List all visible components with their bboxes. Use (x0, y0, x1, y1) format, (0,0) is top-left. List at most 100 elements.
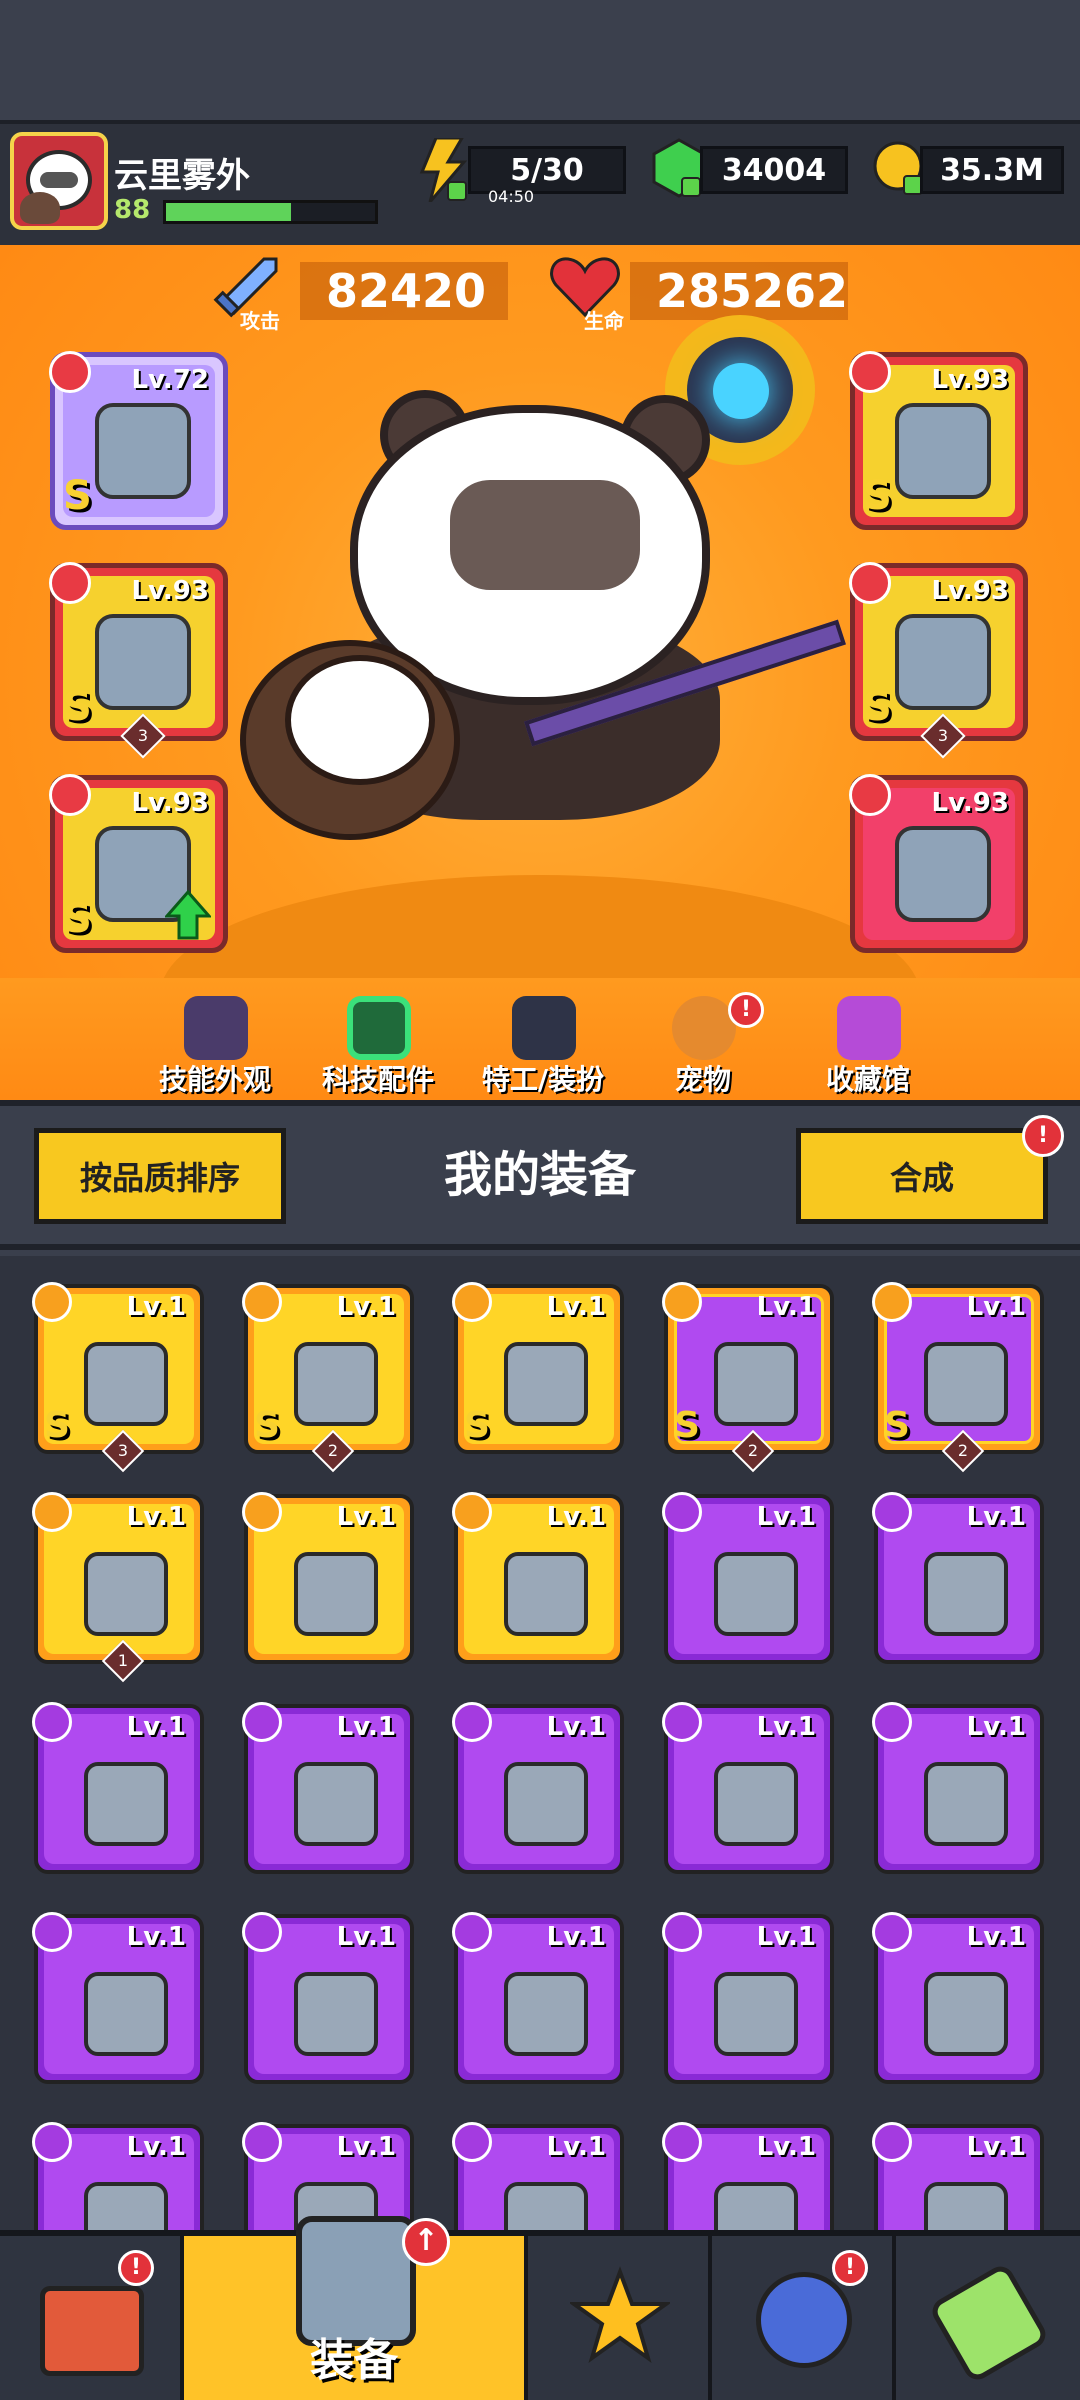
shop-stall-icon (40, 2286, 144, 2376)
equip-grade: S (863, 473, 892, 519)
item-level: Lv.1 (966, 1292, 1026, 1322)
item-type-icon (32, 2122, 72, 2162)
item-type-icon (872, 1492, 912, 1532)
equipment-icon (504, 1342, 588, 1426)
shop-alert-badge: ! (118, 2250, 154, 2286)
equipment-icon (504, 2182, 588, 2230)
item-level: Lv.1 (336, 1502, 396, 1532)
inventory-item[interactable]: Lv.1 (872, 1702, 1044, 1874)
equipment-icon (714, 2182, 798, 2230)
equip-slot-armor[interactable]: Lv.93 S (849, 351, 1028, 530)
equipment-icon (924, 1342, 1008, 1426)
feature-pets[interactable]: 宠物 ! (628, 978, 778, 1100)
item-type-icon (872, 2122, 912, 2162)
feature-label: 宠物 (674, 1063, 731, 1096)
bottom-navigation: ! ↑ 装备 ! (0, 2216, 1080, 2400)
item-level: Lv.1 (966, 1712, 1026, 1742)
equipment-icon (714, 1552, 798, 1636)
inventory-item[interactable]: Lv.1 (662, 1702, 834, 1874)
item-grade: S (884, 1405, 910, 1446)
feature-collection[interactable]: 收藏馆 (793, 978, 943, 1100)
equipment-icon (84, 1762, 168, 1846)
item-level: Lv.1 (756, 1502, 816, 1532)
equipment-icon (504, 1552, 588, 1636)
inventory-item[interactable]: Lv.1 (242, 2122, 414, 2230)
inventory-item[interactable]: Lv.1 (662, 2122, 834, 2230)
equip-level: Lv.93 (131, 576, 209, 606)
hp-value: 285262 (630, 262, 848, 320)
inventory-item[interactable]: Lv.1 (662, 1492, 834, 1664)
inventory-item[interactable]: Lv.1 (452, 1912, 624, 2084)
energy-bolt-icon[interactable] (418, 138, 468, 202)
equip-slot-necklace[interactable]: Lv.93 S 3 (49, 562, 228, 759)
equip-grade: S (63, 684, 92, 730)
belt-icon (895, 614, 991, 710)
panda-face-mask (450, 480, 640, 590)
equipment-icon (294, 1972, 378, 2056)
inventory-item[interactable]: Lv.1 S 2 (662, 1282, 834, 1473)
item-type-icon (32, 1492, 72, 1532)
item-grade: S (674, 1405, 700, 1446)
inventory-item[interactable]: Lv.1 (242, 1912, 414, 2084)
nav-shop[interactable]: ! (0, 2236, 184, 2400)
item-level: Lv.1 (756, 1712, 816, 1742)
item-level: Lv.1 (756, 2132, 816, 2162)
nav-skins[interactable]: ! (712, 2236, 896, 2400)
inventory-item[interactable]: Lv.1 (32, 1912, 204, 2084)
inventory-item[interactable]: Lv.1 S 3 (32, 1282, 204, 1473)
inventory-item[interactable]: Lv.1 (872, 1492, 1044, 1664)
merge-button[interactable]: 合成 (796, 1128, 1048, 1224)
feature-label: 收藏馆 (825, 1063, 910, 1096)
equip-grade: S (863, 684, 892, 730)
item-level: Lv.1 (126, 1712, 186, 1742)
item-type-icon (32, 1912, 72, 1952)
item-type-icon (452, 1282, 492, 1322)
inventory-item[interactable]: Lv.1 (872, 1912, 1044, 2084)
avatar-bird-icon (20, 192, 60, 224)
feature-skill-skin[interactable]: 技能外观 (140, 978, 290, 1100)
player-avatar[interactable] (10, 132, 108, 230)
equip-slot-belt[interactable]: Lv.93 S 3 (849, 562, 1028, 759)
inventory-item[interactable]: Lv.1 (452, 2122, 624, 2230)
item-level: Lv.1 (126, 1292, 186, 1322)
inventory-item[interactable]: Lv.1 (32, 1702, 204, 1874)
item-level: Lv.1 (126, 1502, 186, 1532)
dna-capsule-icon (927, 2261, 1051, 2385)
boots-icon (895, 826, 991, 922)
equipment-upgrade-badge: ↑ (402, 2218, 450, 2266)
inventory-item[interactable]: Lv.1 1 (32, 1492, 204, 1683)
nav-battle[interactable] (528, 2236, 712, 2400)
equip-slot-glove[interactable]: Lv.93 S (49, 774, 228, 953)
inventory-item[interactable]: Lv.1 (32, 2122, 204, 2230)
equip-level: Lv.93 (931, 576, 1009, 606)
glove-type-icon (49, 774, 91, 816)
upgrade-arrow-icon (165, 890, 211, 940)
feature-tech-parts[interactable]: 科技配件 (303, 978, 453, 1100)
tech-parts-icon (347, 996, 411, 1060)
nav-gene[interactable] (896, 2236, 1080, 2400)
feature-agent-outfit[interactable]: 特工/装扮 (468, 978, 618, 1100)
item-level: Lv.1 (966, 1922, 1026, 1952)
item-type-icon (452, 1702, 492, 1742)
inventory-item[interactable]: Lv.1 S 2 (872, 1282, 1044, 1473)
equipment-icon (504, 1972, 588, 2056)
star-swords-icon (570, 2266, 670, 2363)
inventory-item[interactable]: Lv.1 S 2 (242, 1282, 414, 1473)
item-type-icon (662, 1912, 702, 1952)
equip-slot-weapon[interactable]: Lv.72 S (49, 351, 228, 530)
player-name: 云里雾外 (114, 156, 250, 196)
item-type-icon (242, 1282, 282, 1322)
gem-icon[interactable] (652, 138, 706, 198)
nav-equipment[interactable]: ↑ 装备 (184, 2216, 528, 2400)
inventory-item[interactable]: Lv.1 (872, 2122, 1044, 2230)
item-level: Lv.1 (966, 1502, 1026, 1532)
inventory-item[interactable]: Lv.1 (452, 1492, 624, 1664)
inventory-item[interactable]: Lv.1 (242, 1492, 414, 1664)
necklace-type-icon (49, 562, 91, 604)
inventory-item[interactable]: Lv.1 S (452, 1282, 624, 1454)
inventory-item[interactable]: Lv.1 (242, 1702, 414, 1874)
equip-slot-boots[interactable]: Lv.93 (849, 774, 1028, 953)
inventory-item[interactable]: Lv.1 (662, 1912, 834, 2084)
inventory-item[interactable]: Lv.1 (452, 1702, 624, 1874)
item-type-icon (662, 2122, 702, 2162)
